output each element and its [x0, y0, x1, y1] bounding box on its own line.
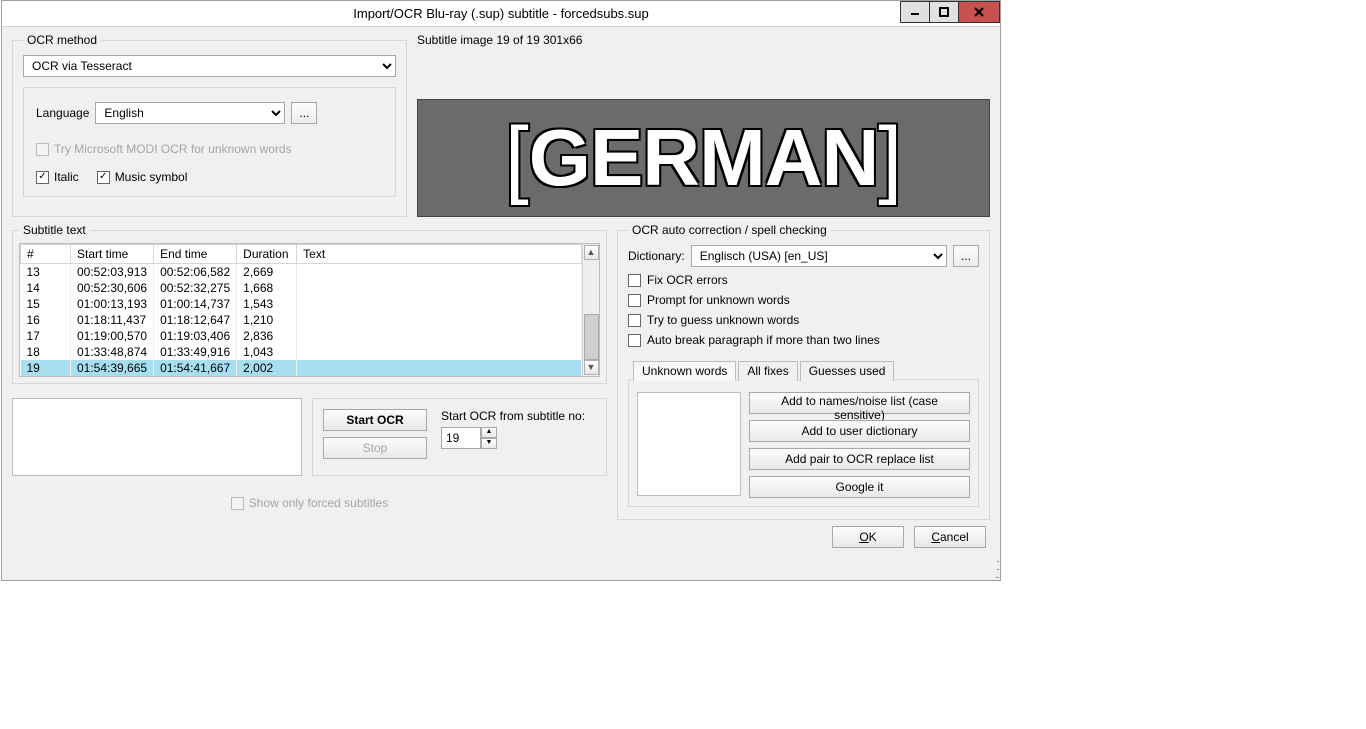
music-checkbox[interactable]: ✓ [97, 171, 110, 184]
ocr-method-legend: OCR method [23, 33, 101, 47]
fix-ocr-checkbox[interactable] [628, 274, 641, 287]
cancel-button[interactable]: Cancel [914, 526, 986, 548]
subtitle-text-legend: Subtitle text [19, 223, 90, 237]
ocr-method-combo[interactable]: OCR via Tesseract [23, 55, 396, 77]
language-label: Language [36, 106, 89, 120]
ocr-method-group: OCR method OCR via Tesseract Language En… [12, 33, 407, 217]
subtitle-table[interactable]: # Start time End time Duration Text 1300… [20, 244, 582, 376]
ocr-output-textbox[interactable] [12, 398, 302, 476]
table-row[interactable]: 1300:52:03,91300:52:06,5822,669 [21, 264, 582, 281]
ok-button[interactable]: OK [832, 526, 904, 548]
auto-break-checkbox[interactable] [628, 334, 641, 347]
table-row[interactable]: 1801:33:48,87401:33:49,9161,043 [21, 344, 582, 360]
table-scrollbar[interactable]: ▲ ▼ [582, 244, 599, 376]
scroll-up-button[interactable]: ▲ [584, 245, 599, 260]
window-title: Import/OCR Blu-ray (.sup) subtitle - for… [2, 6, 1000, 21]
close-button[interactable] [958, 1, 1000, 23]
fix-ocr-label: Fix OCR errors [647, 273, 728, 287]
scroll-track[interactable] [584, 260, 599, 360]
guess-unknown-label: Try to guess unknown words [647, 313, 799, 327]
dictionary-label: Dictionary: [628, 249, 685, 263]
bracket-right-icon: ] [878, 109, 902, 208]
subtitle-image-preview: [ GERMAN ] [417, 99, 990, 217]
ocr-window: Import/OCR Blu-ray (.sup) subtitle - for… [1, 0, 1001, 581]
col-start[interactable]: Start time [71, 245, 154, 264]
preview-text: GERMAN [529, 112, 879, 204]
start-from-label: Start OCR from subtitle no: [441, 409, 585, 423]
start-from-input[interactable] [441, 427, 481, 449]
italic-label: Italic [54, 170, 79, 184]
modi-label: Try Microsoft MODI OCR for unknown words [54, 142, 292, 156]
col-duration[interactable]: Duration [237, 245, 297, 264]
scroll-thumb[interactable] [584, 314, 599, 360]
col-num[interactable]: # [21, 245, 71, 264]
add-names-button[interactable]: Add to names/noise list (case sensitive) [749, 392, 970, 414]
music-label: Music symbol [115, 170, 188, 184]
table-row[interactable]: 1501:00:13,19301:00:14,7371,543 [21, 296, 582, 312]
tab-unknown-words[interactable]: Unknown words [633, 361, 736, 381]
tab-all-fixes[interactable]: All fixes [738, 361, 797, 381]
ocr-method-inner: Language English ... Try Microsoft MODI … [23, 87, 396, 197]
titlebar: Import/OCR Blu-ray (.sup) subtitle - for… [2, 1, 1000, 27]
table-row[interactable]: 1601:18:11,43701:18:12,6471,210 [21, 312, 582, 328]
stop-ocr-button: Stop [323, 437, 427, 459]
unknown-words-list[interactable] [637, 392, 741, 496]
prompt-unknown-label: Prompt for unknown words [647, 293, 790, 307]
modi-checkbox [36, 143, 49, 156]
add-user-dict-button[interactable]: Add to user dictionary [749, 420, 970, 442]
autocorrect-group: OCR auto correction / spell checking Dic… [617, 223, 990, 520]
auto-break-label: Auto break paragraph if more than two li… [647, 333, 880, 347]
minimize-button[interactable] [900, 1, 930, 23]
spin-up-button[interactable]: ▲ [481, 427, 497, 438]
maximize-button[interactable] [929, 1, 959, 23]
table-row[interactable]: 1701:19:00,57001:19:03,4062,836 [21, 328, 582, 344]
subtitle-table-container: # Start time End time Duration Text 1300… [19, 243, 600, 377]
ocr-control-panel: Start OCR Stop Start OCR from subtitle n… [312, 398, 607, 476]
scroll-down-button[interactable]: ▼ [584, 360, 599, 375]
preview-label: Subtitle image 19 of 19 301x66 [417, 33, 990, 51]
bracket-left-icon: [ [505, 109, 529, 208]
subtitle-text-group: Subtitle text # Start time End time Dura… [12, 223, 607, 384]
col-text[interactable]: Text [297, 245, 582, 264]
autocorrect-legend: OCR auto correction / spell checking [628, 223, 831, 237]
resize-grip-icon[interactable]: ......... [2, 556, 1000, 580]
google-it-button[interactable]: Google it [749, 476, 970, 498]
preview-pane: Subtitle image 19 of 19 301x66 [ GERMAN … [417, 33, 990, 217]
language-more-button[interactable]: ... [291, 102, 317, 124]
dictionary-more-button[interactable]: ... [953, 245, 979, 267]
dictionary-combo[interactable]: Englisch (USA) [en_US] [691, 245, 947, 267]
guess-unknown-checkbox[interactable] [628, 314, 641, 327]
language-combo[interactable]: English [95, 102, 285, 124]
start-ocr-button[interactable]: Start OCR [323, 409, 427, 431]
add-pair-button[interactable]: Add pair to OCR replace list [749, 448, 970, 470]
table-row[interactable]: 1901:54:39,66501:54:41,6672,002 [21, 360, 582, 376]
forced-checkbox [231, 497, 244, 510]
col-end[interactable]: End time [154, 245, 237, 264]
prompt-unknown-checkbox[interactable] [628, 294, 641, 307]
unknown-words-tabs: Unknown words All fixes Guesses used Add… [628, 379, 979, 507]
tab-guesses-used[interactable]: Guesses used [800, 361, 895, 381]
table-row[interactable]: 1400:52:30,60600:52:32,2751,668 [21, 280, 582, 296]
spin-down-button[interactable]: ▼ [481, 438, 497, 449]
forced-label: Show only forced subtitles [249, 496, 388, 510]
italic-checkbox[interactable]: ✓ [36, 171, 49, 184]
window-controls [901, 1, 1000, 27]
